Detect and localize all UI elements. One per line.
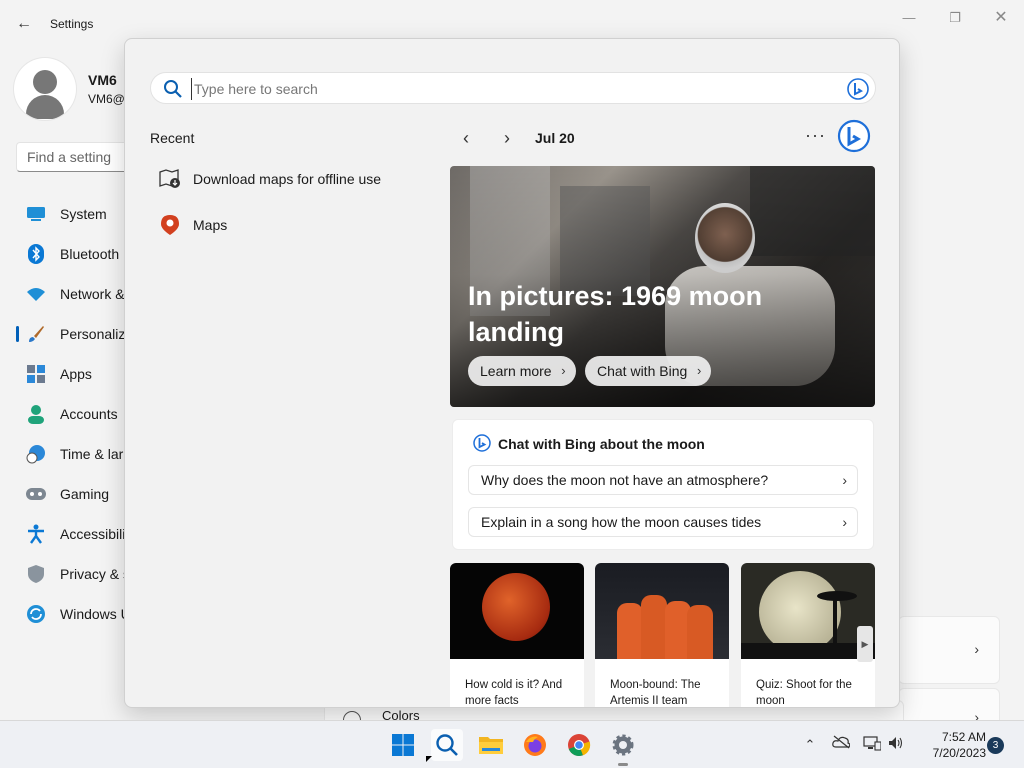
clock[interactable]: 7:52 AM 7/20/2023 [914, 729, 986, 761]
monitor-icon [26, 204, 46, 224]
map-pin-icon [159, 214, 181, 236]
nav-label: Network & [60, 286, 125, 302]
user-email: VM6@ [88, 92, 125, 106]
clock-date: 7/20/2023 [932, 746, 986, 760]
taskbar-search-button[interactable] [431, 729, 463, 761]
search-icon [436, 734, 458, 756]
bluetooth-icon [26, 244, 46, 264]
firefox-icon [524, 734, 546, 756]
nav-label: Bluetooth [60, 246, 120, 262]
apps-icon [26, 364, 46, 384]
more-options-button[interactable]: ··· [805, 125, 826, 146]
avatar [14, 58, 76, 120]
nav-label: Windows U [60, 606, 131, 622]
folder-icon [479, 737, 503, 754]
notification-badge[interactable]: 3 [987, 737, 1004, 754]
gear-icon [612, 734, 634, 756]
news-title: Quiz: Shoot for the moon [756, 679, 852, 707]
chevron-right-icon: › [696, 363, 702, 378]
back-button[interactable]: ← [12, 12, 36, 36]
recent-item-download-maps[interactable]: Download maps for offline use [159, 164, 381, 194]
news-card[interactable]: Quiz: Shoot for the moon [741, 563, 875, 707]
chrome-button[interactable] [563, 729, 595, 761]
scroll-right-button[interactable]: ▶ [857, 626, 873, 662]
firefox-button[interactable] [519, 729, 551, 761]
running-indicator [618, 763, 628, 766]
onedrive-icon[interactable] [831, 735, 851, 755]
recent-item-label: Maps [193, 217, 228, 233]
clock-globe-icon [26, 444, 46, 464]
nav-label: System [60, 206, 107, 222]
map-download-icon [159, 168, 181, 190]
nav-label: Personaliza [60, 326, 134, 342]
network-icon[interactable] [862, 735, 882, 755]
chevron-right-icon: › [974, 641, 979, 657]
volume-icon[interactable] [886, 735, 906, 755]
mouse-cursor [426, 756, 432, 762]
chevron-right-icon: › [842, 472, 847, 488]
nav-label: Gaming [60, 486, 110, 502]
windows-logo-icon [392, 734, 414, 756]
news-card[interactable]: How cold is it? And more facts [450, 563, 584, 707]
paintbrush-icon [26, 324, 46, 344]
person-icon [26, 404, 46, 424]
gamepad-icon [26, 484, 46, 504]
recent-item-label: Download maps for offline use [193, 171, 382, 187]
button-label: Chat with Bing [597, 363, 688, 379]
start-button[interactable] [387, 729, 419, 761]
blood-moon-image [450, 563, 584, 659]
update-icon [26, 604, 46, 624]
nav-label: Time & lar [60, 446, 124, 462]
recent-item-maps[interactable]: Maps [159, 210, 227, 240]
chrome-icon [568, 734, 591, 757]
search-bar [150, 72, 876, 104]
chevron-right-icon: › [842, 514, 847, 530]
news-title: Moon-bound: The Artemis II team [610, 679, 701, 707]
search-input[interactable] [191, 78, 791, 100]
chat-card-title: Chat with Bing about the moon [498, 436, 705, 452]
artemis-crew-image [595, 563, 729, 659]
bing-chat-icon[interactable] [837, 119, 871, 153]
chat-question[interactable]: Explain in a song how the moon causes ti… [468, 507, 858, 537]
moon-tree-image [741, 563, 875, 659]
chat-card: Chat with Bing about the moon Why does t… [452, 419, 874, 550]
taskbar: ⌃ 7:52 AM 7/20/2023 3 [0, 720, 1024, 768]
chat-with-bing-button[interactable]: Chat with Bing › [585, 356, 712, 386]
settings-app-button[interactable] [607, 729, 639, 766]
search-icon [164, 80, 182, 98]
hero-title: In pictures: 1969 moon landing [468, 281, 763, 347]
nav-label: Accessibilit [60, 526, 130, 542]
wifi-icon [26, 284, 46, 304]
maximize-button[interactable]: ❐ [940, 8, 970, 28]
previous-arrow-button[interactable]: ‹ [455, 127, 477, 149]
bing-icon[interactable] [847, 78, 869, 100]
app-title: Settings [50, 17, 94, 31]
news-card[interactable]: Moon-bound: The Artemis II team [595, 563, 729, 707]
clock-time: 7:52 AM [941, 730, 986, 744]
file-explorer-button[interactable] [475, 729, 507, 761]
nav-label: Accounts [60, 406, 118, 422]
chevron-right-icon: › [561, 363, 566, 378]
minimize-button[interactable]: — [894, 8, 924, 28]
nav-label: Privacy & s [60, 566, 131, 582]
accessibility-icon [26, 524, 46, 544]
user-name: VM6 [88, 72, 117, 88]
chat-question-label: Why does the moon not have an atmosphere… [481, 472, 769, 488]
next-arrow-button[interactable]: › [496, 127, 518, 149]
close-button[interactable]: ✕ [986, 8, 1016, 28]
bing-icon [473, 434, 491, 452]
search-flyout: Recent Download maps for offline use Map… [124, 38, 900, 708]
nav-label: Apps [60, 366, 92, 382]
button-label: Learn more [480, 363, 552, 379]
recent-heading: Recent [150, 130, 195, 146]
show-hidden-icons-button[interactable]: ⌃ [800, 735, 820, 755]
date-label: Jul 20 [535, 130, 575, 146]
learn-more-button[interactable]: Learn more › [468, 356, 576, 386]
chat-question[interactable]: Why does the moon not have an atmosphere… [468, 465, 858, 495]
news-title: How cold is it? And more facts [465, 679, 563, 707]
shield-icon [26, 564, 46, 584]
settings-option-card[interactable]: › [898, 616, 1000, 684]
hero-card[interactable]: In pictures: 1969 moon landing Learn mor… [450, 166, 875, 407]
chat-question-label: Explain in a song how the moon causes ti… [481, 514, 762, 530]
